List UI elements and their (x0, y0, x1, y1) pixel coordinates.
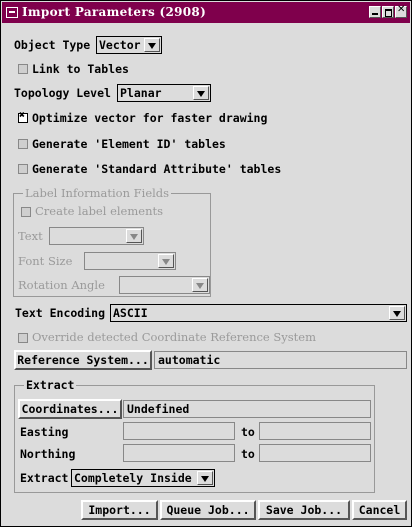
easting-to-field[interactable] (259, 422, 371, 440)
save-job-button[interactable]: Save Job... (258, 500, 350, 520)
text-encoding-label: Text Encoding (15, 306, 106, 320)
title-bar[interactable]: Import Parameters (2908) ✕ (2, 2, 410, 23)
chevron-down-icon (193, 86, 209, 100)
queue-job-button[interactable]: Queue Job... (160, 500, 256, 520)
object-type-dropdown[interactable]: Vector (96, 36, 162, 54)
override-crs-label: Override detected Coordinate Reference S… (32, 330, 316, 344)
generate-element-id-checkbox[interactable] (18, 139, 28, 149)
northing-to-label: to (241, 447, 255, 461)
rotation-angle-dropdown[interactable] (119, 276, 210, 294)
reference-system-field[interactable]: automatic (154, 351, 407, 369)
system-menu-icon[interactable] (6, 7, 18, 18)
extract-mode-value: Completely Inside (74, 471, 192, 485)
cancel-button[interactable]: Cancel (352, 500, 407, 520)
link-tables-checkbox[interactable] (18, 64, 28, 74)
object-type-value: Vector (99, 38, 141, 52)
extract-mode-label: Extract (20, 471, 69, 485)
import-button[interactable]: Import... (81, 500, 158, 520)
northing-from-field[interactable] (123, 444, 235, 462)
object-type-label: Object Type (14, 38, 91, 52)
text-label: Text (18, 229, 43, 243)
northing-to-field[interactable] (259, 444, 371, 462)
coordinates-field[interactable]: Undefined (123, 400, 371, 418)
reference-system-value: automatic (158, 353, 221, 367)
create-label-label: Create label elements (35, 204, 164, 218)
font-size-dropdown[interactable] (84, 252, 176, 270)
easting-from-field[interactable] (123, 422, 235, 440)
northing-label: Northing (20, 447, 76, 461)
rotation-angle-label: Rotation Angle (18, 278, 105, 292)
topology-level-value: Planar (120, 86, 162, 100)
extract-mode-dropdown[interactable]: Completely Inside (71, 469, 215, 487)
generate-standard-attribute-label: Generate 'Standard Attribute' tables (32, 162, 282, 176)
maximize-icon[interactable] (382, 6, 394, 18)
chevron-down-icon (158, 254, 174, 268)
override-crs-checkbox[interactable] (18, 333, 28, 343)
reference-system-button[interactable]: Reference System... (14, 350, 152, 370)
create-label-checkbox[interactable] (21, 207, 31, 217)
label-information-title: Label Information Fields (23, 186, 172, 200)
chevron-down-icon (197, 471, 213, 485)
generate-standard-attribute-checkbox[interactable] (18, 164, 28, 174)
chevron-down-icon (389, 306, 405, 320)
minimize-icon[interactable] (369, 6, 381, 18)
font-size-label: Font Size (18, 254, 73, 268)
import-parameters-window: Import Parameters (2908) ✕ Object Type V… (0, 0, 412, 527)
close-icon[interactable]: ✕ (395, 4, 407, 18)
extract-group-title: Extract (24, 378, 77, 392)
text-dropdown[interactable] (49, 227, 144, 245)
optimize-label: Optimize vector for faster drawing (32, 111, 268, 125)
text-encoding-value: ASCII (113, 306, 148, 320)
topology-level-label: Topology Level (14, 86, 111, 100)
coordinates-value: Undefined (127, 402, 190, 416)
chevron-down-icon (126, 229, 142, 243)
easting-to-label: to (241, 425, 255, 439)
window-title: Import Parameters (2908) (22, 5, 207, 19)
optimize-checkbox[interactable] (18, 110, 28, 123)
coordinates-button[interactable]: Coordinates... (18, 399, 122, 419)
topology-level-dropdown[interactable]: Planar (117, 84, 211, 102)
text-encoding-dropdown[interactable]: ASCII (110, 304, 407, 322)
link-tables-label: Link to Tables (32, 62, 129, 76)
generate-element-id-label: Generate 'Element ID' tables (32, 137, 226, 151)
chevron-down-icon (144, 38, 160, 52)
chevron-down-icon (192, 278, 208, 292)
easting-label: Easting (20, 425, 69, 439)
